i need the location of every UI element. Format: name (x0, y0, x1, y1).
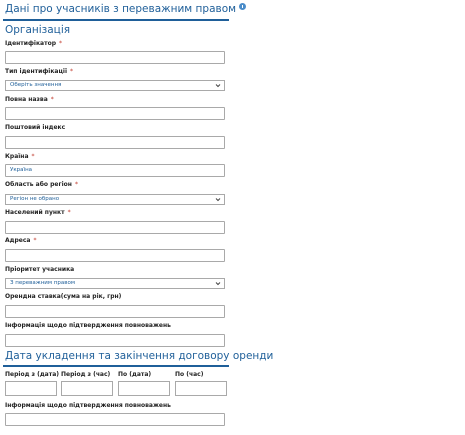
required-mark: * (50, 96, 54, 103)
id-type-select-value: Оберіть значення (10, 82, 62, 88)
participants-form: Дані про учасників з переважним правом О… (0, 0, 465, 435)
to-time-label-text: По (час) (175, 371, 204, 378)
postal-code-label-text: Поштовий індекс (5, 124, 66, 131)
country-input[interactable]: Україна (5, 164, 225, 177)
authority-info-label: Інформація щодо підтвердження повноважен… (5, 321, 171, 331)
period-from-time-input[interactable] (61, 381, 113, 396)
chevron-down-icon (215, 282, 221, 286)
region-select[interactable]: Регіон не обрано (5, 194, 225, 205)
page-title: Дані про учасників з переважним правом (5, 3, 247, 17)
period-from-time-label: Період з (час) (61, 370, 110, 380)
locality-label-text: Населений пункт (5, 209, 65, 216)
authority-info-input[interactable] (5, 334, 225, 347)
region-label-text: Область або регіон (5, 181, 72, 188)
country-input-value: Україна (10, 167, 33, 173)
to-time-input[interactable] (175, 381, 227, 396)
period-from-date-label: Період з (дата) (5, 370, 59, 380)
chevron-down-icon (215, 84, 221, 88)
required-mark: * (59, 40, 62, 47)
country-label: Країна * (5, 152, 35, 162)
priority-select-value: З переважним правом (10, 280, 75, 286)
required-mark: * (67, 209, 71, 216)
locality-label: Населений пункт * (5, 208, 71, 218)
identifier-label: Ідентифікатор * (5, 39, 62, 49)
id-type-label-text: Тип ідентифікації (5, 68, 68, 75)
locality-input[interactable] (5, 221, 225, 234)
priority-select[interactable]: З переважним правом (5, 278, 225, 289)
country-label-text: Країна (5, 153, 29, 160)
header-divider (3, 19, 229, 21)
to-date-label-text: По (дата) (118, 371, 152, 378)
postal-code-label: Поштовий індекс (5, 123, 65, 133)
section-title-organization: Організація (5, 24, 71, 36)
priority-label: Пріоритет учасника (5, 265, 74, 275)
rent-rate-input[interactable] (5, 305, 225, 318)
id-type-select[interactable]: Оберіть значення (5, 80, 225, 91)
region-select-value: Регіон не обрано (10, 196, 60, 202)
authority-info-label-text: Інформація щодо підтвердження повноважен… (5, 322, 171, 329)
region-label: Область або регіон * (5, 180, 78, 190)
address-input[interactable] (5, 249, 225, 262)
to-time-label: По (час) (175, 370, 203, 380)
required-mark: * (33, 237, 37, 244)
identifier-input[interactable] (5, 51, 225, 64)
address-label-text: Адреса (5, 237, 31, 244)
period-from-date-input[interactable] (5, 381, 57, 396)
section-title-contract-dates: Дата укладення та закінчення договору ор… (5, 350, 274, 362)
required-mark: * (31, 153, 35, 160)
period-from-date-label-text: Період з (дата) (5, 371, 59, 378)
rent-rate-label: Орендна ставка(сума на рік, грн) (5, 292, 121, 302)
contract-authority-info-label: Інформація щодо підтвердження повноважен… (5, 401, 171, 411)
postal-code-input[interactable] (5, 136, 225, 149)
required-mark: * (70, 68, 74, 75)
contract-authority-info-input[interactable] (5, 413, 225, 426)
to-date-label: По (дата) (118, 370, 151, 380)
info-icon[interactable] (239, 3, 247, 10)
address-label: Адреса * (5, 236, 36, 246)
id-type-label: Тип ідентифікації * (5, 67, 73, 77)
full-name-input[interactable] (5, 107, 225, 120)
page-title-text: Дані про учасників з переважним правом (5, 3, 237, 15)
contract-authority-info-label-text: Інформація щодо підтвердження повноважен… (5, 402, 171, 409)
chevron-down-icon (215, 198, 221, 202)
period-from-time-label-text: Період з (час) (61, 371, 111, 378)
rent-rate-label-text: Орендна ставка(сума на рік, грн) (5, 293, 122, 300)
full-name-label: Повна назва * (5, 95, 54, 105)
to-date-input[interactable] (118, 381, 170, 396)
priority-label-text: Пріоритет учасника (5, 266, 75, 273)
full-name-label-text: Повна назва (5, 96, 48, 103)
identifier-label-text: Ідентифікатор (5, 40, 56, 47)
contract-dates-divider (3, 365, 229, 367)
required-mark: * (74, 181, 78, 188)
